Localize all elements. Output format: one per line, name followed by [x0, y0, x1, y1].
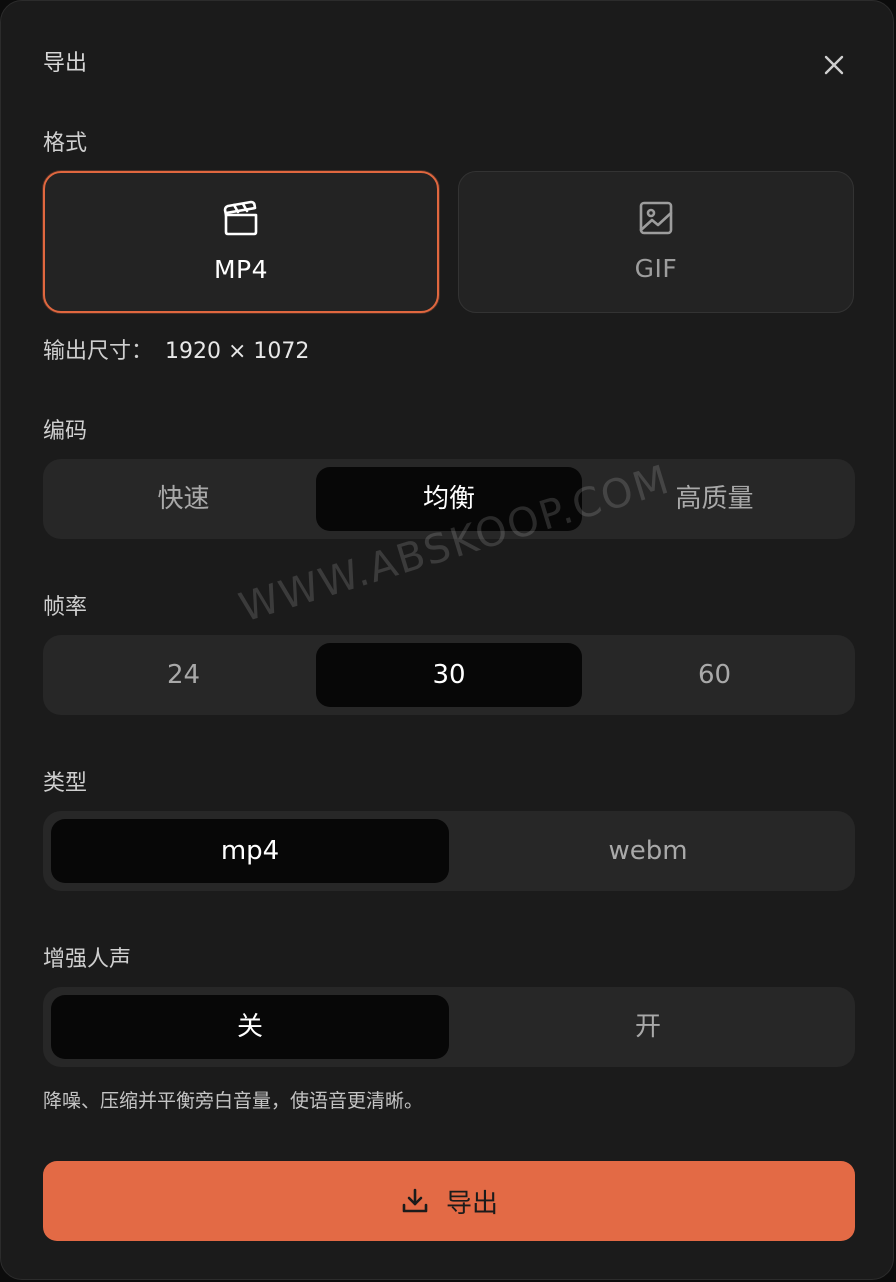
format-label: 格式 [43, 131, 88, 156]
voice-option-on[interactable]: 开 [449, 995, 847, 1059]
type-segmented-control: mp4 webm [43, 811, 855, 891]
format-label-mp4: MP4 [213, 255, 269, 284]
output-size: 输出尺寸： 1920 × 1072 [43, 333, 309, 365]
framerate-segmented-control: 24 30 60 [43, 635, 855, 715]
export-button[interactable]: 导出 [43, 1161, 855, 1241]
dialog-title: 导出 [43, 51, 88, 76]
output-size-label: 输出尺寸： [43, 339, 154, 364]
format-label-gif: GIF [634, 254, 678, 283]
export-button-label: 导出 [445, 1188, 498, 1219]
video-clapper-icon [223, 200, 258, 236]
framerate-option-60[interactable]: 60 [582, 643, 847, 707]
type-label: 类型 [43, 771, 88, 796]
voice-option-off[interactable]: 关 [51, 995, 449, 1059]
framerate-option-30[interactable]: 30 [316, 643, 582, 707]
encoding-segmented-control: 快速 均衡 高质量 [43, 459, 855, 539]
download-icon [402, 1188, 428, 1213]
voice-enhance-hint: 降噪、压缩并平衡旁白音量，使语音更清晰。 [43, 1090, 424, 1112]
voice-enhance-toggle: 关 开 [43, 987, 855, 1067]
close-icon[interactable] [816, 47, 852, 83]
framerate-option-24[interactable]: 24 [51, 643, 316, 707]
format-option-mp4[interactable]: MP4 [43, 171, 439, 313]
encoding-label: 编码 [43, 419, 88, 444]
encoding-option-high-quality[interactable]: 高质量 [582, 467, 847, 531]
type-option-webm[interactable]: webm [449, 819, 847, 883]
encoding-option-balanced[interactable]: 均衡 [316, 467, 582, 531]
encoding-option-fast[interactable]: 快速 [51, 467, 316, 531]
format-option-gif[interactable]: GIF [458, 171, 854, 313]
framerate-label: 帧率 [43, 595, 88, 620]
export-dialog: 导出 格式 MP4 GIF 输出尺寸： 1920 × 1072 编码 快速 均衡… [0, 0, 894, 1280]
type-option-mp4[interactable]: mp4 [51, 819, 449, 883]
image-icon [639, 201, 673, 235]
voice-enhance-label: 增强人声 [43, 947, 132, 972]
output-size-value: 1920 × 1072 [165, 339, 310, 364]
